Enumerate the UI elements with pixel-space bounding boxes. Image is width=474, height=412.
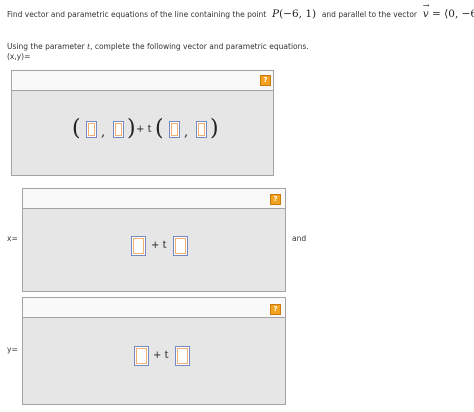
plus-t: + t xyxy=(136,124,152,135)
x-coefficient-input[interactable] xyxy=(173,236,188,256)
x-equation-toolbar: ? xyxy=(23,189,285,209)
x-equation-body: + t xyxy=(23,209,285,291)
plus-t: + t xyxy=(151,240,167,251)
point-letter: P xyxy=(271,8,280,20)
open-paren: ( xyxy=(72,116,81,141)
vector-equation-panel: ? ( , ) + t ( , ) xyxy=(11,70,274,176)
instructions-line1: Using the parameter t, complete the foll… xyxy=(7,42,309,52)
y-equation-panel: ? + t xyxy=(22,297,286,405)
and-label: and xyxy=(292,234,307,243)
y-coefficient-input[interactable] xyxy=(175,346,190,366)
vector-symbol: → v xyxy=(423,1,430,20)
vector-arrow-icon: → xyxy=(422,1,430,10)
x-constant-input[interactable] xyxy=(131,236,146,256)
vector-equation-toolbar: ? xyxy=(12,71,273,91)
y-equation-toolbar: ? xyxy=(23,298,285,318)
instructions-text-end: , complete the following vector and para… xyxy=(90,42,309,51)
help-icon[interactable]: ? xyxy=(260,75,271,86)
point-y-input[interactable] xyxy=(113,121,124,138)
point-x-input[interactable] xyxy=(86,121,97,138)
help-icon[interactable]: ? xyxy=(270,194,281,205)
vector-expression: →v = ⟨0, −6⟩ xyxy=(419,1,474,20)
y-equation-body: + t xyxy=(23,318,285,404)
y-constant-input[interactable] xyxy=(134,346,149,366)
comma: , xyxy=(101,125,106,140)
plus-t: + t xyxy=(153,350,169,361)
open-paren: ( xyxy=(155,116,164,141)
question-text: Find vector and parametric equations of … xyxy=(7,1,474,20)
x-equation-panel: ? + t xyxy=(22,188,286,292)
close-paren: ) xyxy=(210,116,219,141)
instructions-text-start: Using the parameter xyxy=(7,42,88,51)
instructions: Using the parameter t, complete the foll… xyxy=(7,42,309,62)
help-icon[interactable]: ? xyxy=(270,304,281,315)
direction-y-input[interactable] xyxy=(196,121,207,138)
direction-x-input[interactable] xyxy=(169,121,180,138)
question-middle: and parallel to the vector xyxy=(321,10,418,19)
vector-equation-body: ( , ) + t ( , ) xyxy=(12,91,273,175)
y-equation-label: y= xyxy=(7,345,18,354)
vector-equation-label: (x,y)= xyxy=(7,52,31,61)
comma: , xyxy=(184,125,189,140)
vector-value: = ⟨0, −6⟩ xyxy=(432,8,474,20)
point-expression: P(−6, 1) xyxy=(269,8,320,20)
point-coords: (−6, 1) xyxy=(279,8,317,20)
x-equation-label: x= xyxy=(7,234,18,243)
question-prefix: Find vector and parametric equations of … xyxy=(7,10,267,19)
close-paren: ) xyxy=(127,116,136,141)
